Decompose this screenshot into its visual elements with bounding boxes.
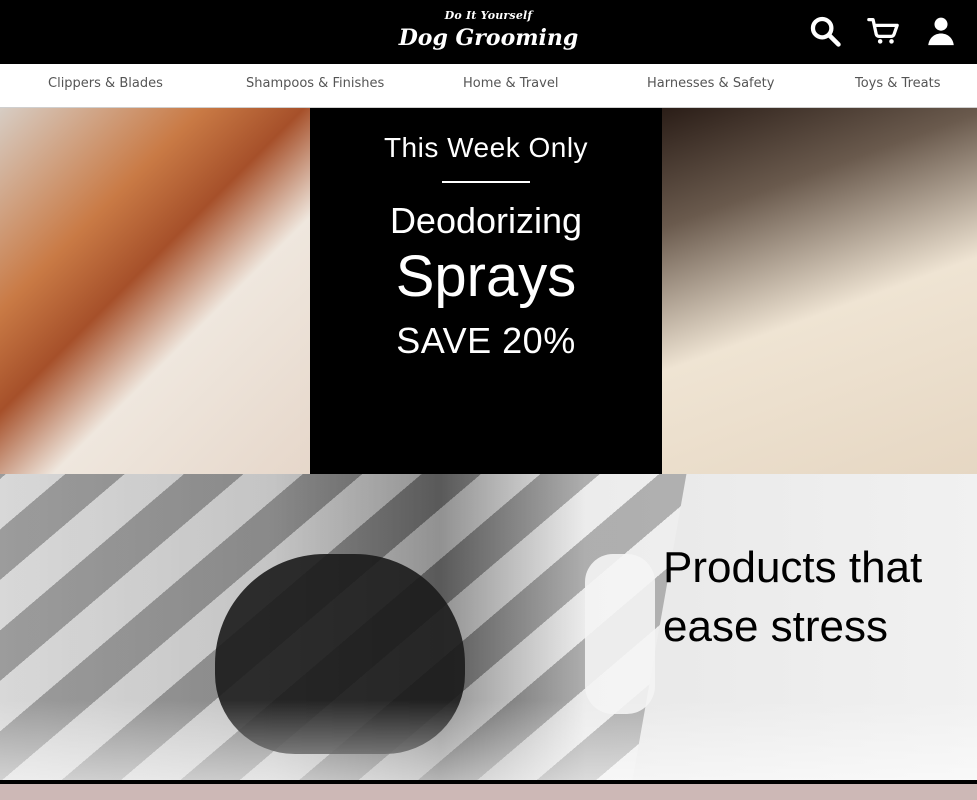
user-icon: [928, 17, 954, 46]
nav-item-home-travel[interactable]: Home & Travel: [463, 76, 558, 91]
nav-item-clippers-blades[interactable]: Clippers & Blades: [48, 76, 163, 91]
nav-item-toys-treats[interactable]: Toys & Treats: [855, 76, 940, 91]
hero-banner: This Week Only Deodorizing Sprays SAVE 2…: [0, 108, 977, 474]
promo-discount: SAVE 20%: [396, 320, 576, 361]
bottom-strip: [0, 784, 977, 800]
account-button[interactable]: [921, 11, 961, 51]
cart-button[interactable]: [863, 11, 903, 51]
feature-caption-line2: ease stress: [663, 602, 888, 652]
feature-banner[interactable]: Products that ease stress: [0, 474, 977, 780]
promo-panel[interactable]: This Week Only Deodorizing Sprays SAVE 2…: [310, 108, 662, 474]
cart-icon: [867, 18, 899, 44]
top-header: Do It Yourself Dog Grooming: [0, 0, 977, 64]
nav-item-harnesses-safety[interactable]: Harnesses & Safety: [647, 76, 774, 91]
promo-headline-line2: Sprays: [395, 244, 577, 309]
feature-statue: [585, 554, 655, 714]
hero-image-left[interactable]: [0, 108, 310, 474]
nav-item-shampoos-finishes[interactable]: Shampoos & Finishes: [246, 76, 384, 91]
category-nav: Clippers & Blades Shampoos & Finishes Ho…: [0, 64, 977, 108]
feature-caption-line1: Products that: [663, 543, 923, 592]
search-icon: [810, 16, 841, 47]
header-actions: [805, 11, 961, 51]
promo-headline-line1: Deodorizing: [389, 200, 583, 241]
search-button[interactable]: [805, 11, 845, 51]
feature-floor: [0, 700, 977, 780]
hero-image-right[interactable]: [662, 108, 977, 474]
promo-kicker: This Week Only: [383, 132, 589, 163]
feature-caption: Products that ease stress: [663, 538, 963, 657]
promo-divider: [442, 181, 530, 183]
